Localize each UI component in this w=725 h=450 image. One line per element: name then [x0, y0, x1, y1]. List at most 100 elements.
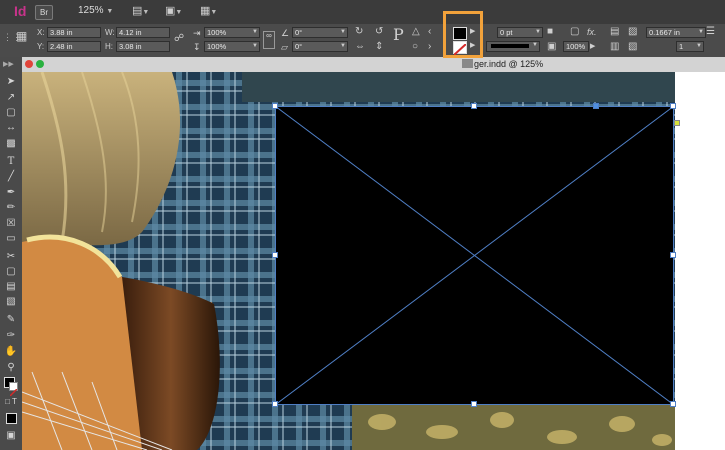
note-tool-icon[interactable]: ✎	[4, 313, 18, 326]
indesign-logo: Id	[14, 3, 27, 19]
selection-tool-icon[interactable]: ➤	[4, 75, 18, 88]
stroke-type-dropdown[interactable]: ▼	[486, 41, 540, 52]
line-tool-icon[interactable]: ╱	[4, 170, 18, 183]
flip-vertical-icon[interactable]: ⇕	[375, 42, 383, 52]
close-window-icon[interactable]	[25, 60, 33, 68]
formatting-affects-container-icon[interactable]: □ T	[4, 395, 18, 408]
screen-mode-button[interactable]: ▣▼	[165, 4, 182, 18]
width-field[interactable]: 4.12 in	[116, 27, 170, 38]
view-options-icon: ▤	[132, 5, 143, 17]
document-tab-bar: ger.indd @ 125%	[22, 57, 725, 73]
x-position-field[interactable]: 3.88 in	[47, 27, 101, 38]
arrange-documents-icon: ▦	[200, 5, 211, 17]
gradient-feather-tool-icon[interactable]: ▧	[4, 295, 18, 308]
resize-handle-top-right[interactable]	[670, 103, 676, 109]
y-label: Y:	[37, 42, 45, 51]
stroke-weight-field[interactable]: 0 pt ▼	[497, 27, 543, 38]
content-collector-icon[interactable]: ▩	[4, 137, 18, 150]
select-previous-icon[interactable]: ‹	[428, 27, 431, 37]
reference-point-icon[interactable]: ▦	[16, 30, 27, 42]
type-tool-icon[interactable]: T	[4, 155, 18, 168]
w-label: W:	[105, 28, 115, 37]
select-next-icon[interactable]: ›	[428, 42, 431, 52]
select-container-icon[interactable]: △	[412, 27, 420, 37]
resize-handle-right[interactable]	[670, 252, 676, 258]
y-position-field[interactable]: 2.48 in	[47, 41, 101, 52]
resize-handle-left[interactable]	[272, 252, 278, 258]
screen-mode-icon[interactable]: ▣	[4, 429, 18, 442]
document-canvas[interactable]	[22, 72, 725, 450]
bridge-button[interactable]: Br	[35, 5, 53, 20]
chevron-down-icon: ▼	[252, 43, 258, 49]
constrain-proportions-icon[interactable]: ☍	[174, 34, 184, 44]
page-tool-icon[interactable]: ▢	[4, 106, 18, 119]
scale-y-field[interactable]: 100% ▼	[204, 41, 260, 52]
document-icon	[462, 59, 473, 68]
columns-field[interactable]: 1 ▼	[676, 41, 704, 52]
height-field[interactable]: 3.08 in	[116, 41, 170, 52]
gap-tool-icon[interactable]: ↔	[4, 121, 18, 134]
resize-handle-bottom-right[interactable]	[670, 401, 676, 407]
application-bar: Id Br 125% ▼ ▤▼ ▣▼ ▦▼	[0, 0, 725, 25]
scale-x-value: 100%	[207, 28, 227, 37]
eyedropper-tool-icon[interactable]: ✑	[4, 329, 18, 342]
zoom-window-icon[interactable]	[36, 60, 44, 68]
hand-tool-icon[interactable]: ✋	[4, 345, 18, 358]
chevron-down-icon: ▼	[696, 43, 702, 49]
resize-handle-top-left[interactable]	[272, 103, 278, 109]
pencil-tool-icon[interactable]: ✏	[4, 201, 18, 214]
apply-color-icon[interactable]	[6, 413, 17, 424]
chevron-down-icon: ▼	[106, 8, 114, 15]
resize-handle-top[interactable]	[471, 103, 477, 109]
stroke-proxy-icon	[9, 382, 18, 397]
object-style-icon[interactable]: ▢	[570, 27, 579, 37]
rectangle-tool-icon[interactable]: ▭	[4, 232, 18, 245]
stroke-weight-value: 0 pt	[500, 28, 513, 37]
wrap-offset-field[interactable]: 0.1667 in ▼	[646, 27, 706, 38]
arrange-documents-button[interactable]: ▦▼	[200, 4, 217, 18]
select-content-icon[interactable]: ○	[412, 42, 418, 52]
rotation-field[interactable]: 0° ▼	[292, 27, 348, 38]
collapse-panel-icon[interactable]: ▶▶	[3, 60, 14, 68]
resize-handle-bottom-left[interactable]	[272, 401, 278, 407]
rectangle-frame-tool-icon[interactable]: ☒	[4, 217, 18, 230]
text-wrap-jump-icon[interactable]: ▧	[628, 42, 637, 52]
zoom-tool-icon[interactable]: ⚲	[4, 361, 18, 374]
fill-stroke-proxy[interactable]	[4, 377, 18, 397]
rotate-counterclockwise-icon[interactable]: ↺	[375, 27, 383, 37]
live-corner-handle[interactable]	[674, 120, 680, 126]
scale-x-field[interactable]: 100% ▼	[204, 27, 260, 38]
chain-link-icon[interactable]: ∞	[263, 31, 275, 49]
direct-selection-tool-icon[interactable]: ↗	[4, 91, 18, 104]
zoom-level-value: 125%	[78, 5, 104, 16]
free-transform-tool-icon[interactable]: ▢	[4, 265, 18, 278]
text-wrap-shape-icon[interactable]: ▨	[628, 27, 637, 37]
rotate-clockwise-icon[interactable]: ↻	[355, 27, 363, 37]
opacity-field[interactable]: 100%	[563, 41, 589, 52]
pen-tool-icon[interactable]: ✒	[4, 186, 18, 199]
panel-menu-icon[interactable]: ☰	[706, 27, 715, 37]
shear-field[interactable]: 0° ▼	[292, 41, 348, 52]
fx-icon[interactable]: fx.	[587, 27, 597, 37]
fill-stroke-highlight	[443, 11, 483, 58]
document-title: ger.indd @ 125%	[474, 59, 544, 69]
view-options-button[interactable]: ▤▼	[132, 4, 149, 18]
chevron-down-icon: ▼	[175, 9, 183, 16]
opacity-menu-arrow-icon[interactable]: ▶	[590, 42, 595, 52]
zoom-level-dropdown[interactable]: 125% ▼	[78, 5, 113, 16]
content-grabber-handle[interactable]	[593, 103, 599, 109]
path-type-icon: P	[393, 25, 404, 44]
screen-mode-icon: ▣	[165, 5, 176, 17]
text-wrap-none-icon[interactable]: ▤	[610, 27, 619, 37]
scale-y-icon: ↧	[193, 42, 201, 52]
chevron-down-icon: ▼	[340, 43, 346, 49]
text-wrap-bounding-icon[interactable]: ▥	[610, 42, 619, 52]
resize-handle-bottom[interactable]	[471, 401, 477, 407]
scissors-tool-icon[interactable]: ✂	[4, 250, 18, 263]
drop-shadow-icon[interactable]: ▣	[547, 42, 556, 52]
effects-icon[interactable]: ■	[547, 27, 553, 37]
chevron-down-icon: ▼	[698, 29, 704, 35]
flip-horizontal-icon[interactable]: ⇔	[355, 42, 365, 52]
gradient-swatch-tool-icon[interactable]: ▤	[4, 280, 18, 293]
chevron-down-icon: ▼	[210, 9, 218, 16]
